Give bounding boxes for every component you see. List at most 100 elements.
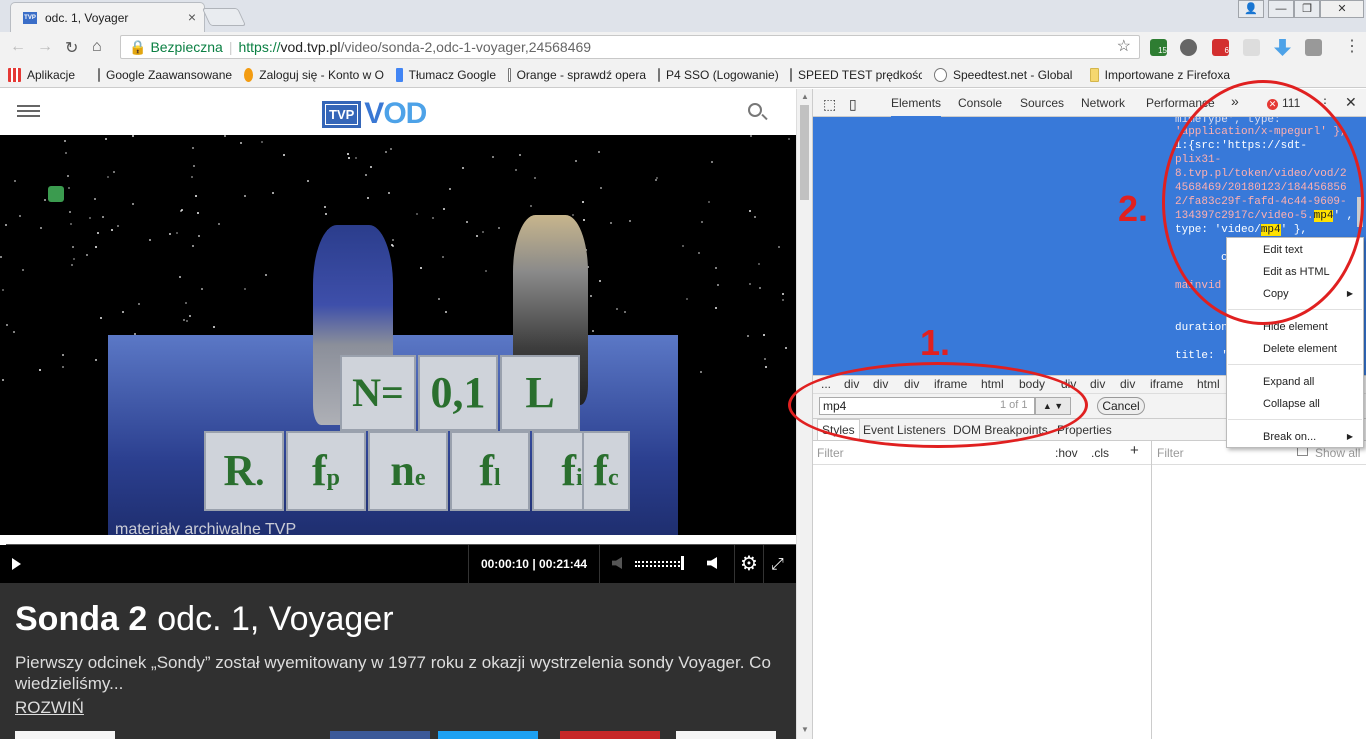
pane-divider[interactable] — [1151, 441, 1152, 739]
tab-console[interactable]: Console — [958, 96, 1002, 110]
bookmark-item[interactable]: Google Zaawansowane — [98, 67, 232, 82]
breadcrumb-item[interactable]: div — [1120, 377, 1135, 391]
share-button-4[interactable] — [560, 731, 660, 739]
volume-slider-handle[interactable] — [681, 556, 684, 570]
bookmark-item[interactable]: Orange - sprawdź opera — [508, 67, 646, 82]
star-dot — [355, 157, 357, 159]
video-player[interactable]: N= 0,1 L R. fp ne fl fi fc materiały arc… — [0, 135, 796, 535]
program-title: Sonda 2 odc. 1, Voyager — [15, 600, 394, 639]
vod-logo-v: V — [364, 97, 384, 130]
bookmark-star-icon[interactable]: ☆ — [1117, 36, 1131, 58]
minimize-button[interactable]: — — [1268, 0, 1294, 18]
bookmark-item[interactable]: Importowane z Firefoxa — [1090, 67, 1230, 82]
styles-filter-input[interactable]: Filter — [817, 446, 844, 460]
menu-delete-element[interactable]: Delete element — [1263, 343, 1337, 355]
profile-icon[interactable]: 👤 — [1238, 0, 1264, 18]
star-dot — [324, 206, 326, 208]
bookmark-item[interactable]: Zaloguj się - Konto w O — [244, 67, 384, 82]
address-bar[interactable]: 🔒 Bezpieczna | https://vod.tvp.pl/video/son… — [120, 35, 1140, 59]
volume-slider[interactable] — [635, 561, 683, 567]
reload-icon[interactable]: ↻ — [65, 38, 78, 58]
hover-state-toggle[interactable]: :hov — [1055, 446, 1078, 460]
share-button-2[interactable] — [330, 731, 430, 739]
fullscreen-icon[interactable]: ⤢ — [771, 556, 784, 574]
scrollbar-thumb[interactable] — [800, 105, 809, 200]
close-devtools-icon[interactable]: ✕ — [1345, 94, 1357, 111]
block-top-3: L — [500, 355, 580, 431]
home-icon[interactable]: ⌂ — [92, 38, 102, 56]
back-arrow-icon[interactable]: ← — [10, 38, 26, 56]
share-button-5[interactable] — [676, 731, 776, 739]
tab-network[interactable]: Network — [1081, 96, 1125, 110]
star-dot — [616, 308, 618, 310]
code-line: title: ' — [1175, 350, 1228, 362]
computed-filter-input[interactable]: Filter — [1157, 446, 1184, 460]
block-top-2: 0,1 — [418, 355, 498, 431]
play-icon[interactable] — [12, 558, 21, 570]
star-dot — [392, 245, 394, 247]
scroll-up-arrow-icon[interactable]: ▲ — [801, 92, 809, 101]
star-dot — [711, 161, 713, 163]
url-host: vod.tvp.pl — [280, 39, 341, 55]
forward-arrow-icon[interactable]: → — [37, 38, 53, 56]
restore-button[interactable]: ❐ — [1294, 0, 1320, 18]
share-button-3[interactable] — [438, 731, 538, 739]
star-dot — [534, 177, 536, 179]
search-icon[interactable] — [748, 103, 762, 117]
code-line: duration — [1175, 322, 1228, 334]
star-dot — [582, 201, 584, 203]
bookmark-item[interactable]: Speedtest.net - Global — [934, 67, 1078, 82]
extension-icon-3[interactable]: 6 — [1212, 39, 1229, 56]
bookmark-item[interactable]: Tłumacz Google — [396, 67, 496, 82]
menu-kebab-icon[interactable]: ⋮ — [1344, 36, 1360, 56]
extension-icon-2[interactable] — [1180, 39, 1197, 56]
browser-tab[interactable]: TVP odc. 1, Voyager × — [10, 2, 205, 32]
inspect-element-icon[interactable]: ⬚ — [823, 96, 836, 113]
menu-expand-all[interactable]: Expand all — [1263, 376, 1314, 388]
volume-icon[interactable] — [707, 557, 717, 569]
star-dot — [348, 157, 350, 159]
search-cancel-button[interactable]: Cancel — [1097, 397, 1145, 415]
class-toggle[interactable]: .cls — [1091, 446, 1109, 460]
star-dot — [519, 154, 521, 156]
breadcrumb-item[interactable]: div — [1090, 377, 1105, 391]
device-toolbar-icon[interactable]: ▯ — [849, 96, 857, 113]
new-tab-button[interactable] — [201, 8, 247, 26]
star-dot — [749, 283, 751, 285]
bookmark-item[interactable]: SPEED TEST prędkości — [790, 67, 922, 82]
tab-elements[interactable]: Elements — [891, 96, 942, 118]
share-button-1[interactable] — [15, 731, 115, 739]
time-total: 00:21:44 — [539, 557, 588, 571]
star-dot — [598, 151, 600, 153]
bookmark-item[interactable]: P4 SSO (Logowanie) — [658, 67, 778, 82]
menu-separator — [1228, 364, 1362, 365]
add-style-rule-icon[interactable]: + — [1130, 442, 1139, 459]
tab-sources[interactable]: Sources — [1020, 96, 1064, 110]
settings-gear-icon[interactable]: ⚙ — [734, 545, 764, 583]
bookmark-apps[interactable]: Aplikacje — [8, 67, 86, 82]
toolbar: ← → ↻ ⌂ 🔒 Bezpieczna | https://vod.tvp.pl/v… — [0, 32, 1366, 62]
star-dot — [492, 156, 494, 158]
extension-icon-5[interactable] — [1305, 39, 1322, 56]
hamburger-menu-icon[interactable] — [17, 105, 40, 117]
menu-collapse-all[interactable]: Collapse all — [1263, 398, 1320, 410]
extension-icon-4[interactable] — [1243, 39, 1260, 56]
close-tab-icon[interactable]: × — [188, 9, 196, 25]
extension-icon-1[interactable]: 15 — [1150, 39, 1167, 56]
volume-mute-icon[interactable] — [612, 557, 622, 569]
star-dot — [198, 235, 200, 237]
scroll-down-arrow-icon[interactable]: ▼ — [801, 725, 809, 734]
expand-link[interactable]: ROZWIŃ — [15, 698, 84, 718]
close-window-button[interactable]: ✕ — [1320, 0, 1364, 18]
download-icon[interactable] — [1274, 39, 1291, 56]
folder-icon — [1090, 67, 1099, 82]
breadcrumb-item[interactable]: iframe — [1150, 377, 1183, 391]
star-dot — [5, 224, 7, 226]
star-dot — [71, 264, 73, 266]
program-description: Pierwszy odcinek „Sondy” został wyemitow… — [15, 653, 771, 693]
tvp-vod-logo[interactable]: TVP VOD — [322, 97, 427, 131]
breadcrumb-item[interactable]: html — [1197, 377, 1220, 391]
star-dot — [117, 225, 119, 227]
menu-break-on[interactable]: Break on... — [1263, 431, 1316, 443]
star-dot — [749, 210, 751, 212]
